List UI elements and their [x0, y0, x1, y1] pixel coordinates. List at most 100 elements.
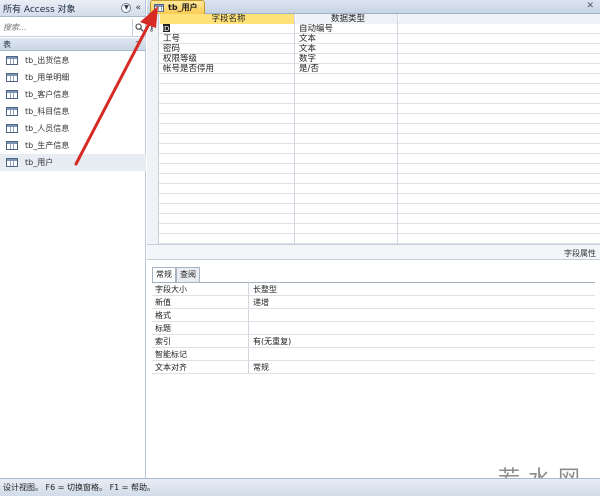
- empty-row[interactable]: [147, 164, 600, 174]
- table-icon: [6, 90, 18, 99]
- property-value[interactable]: [250, 348, 595, 361]
- property-value[interactable]: 有(无重复): [250, 335, 595, 348]
- empty-row[interactable]: [147, 154, 600, 164]
- empty-row[interactable]: [147, 94, 600, 104]
- tab-lookup[interactable]: 查阅: [176, 267, 200, 282]
- data-type-cell[interactable]: 数字: [296, 54, 398, 64]
- nav-item-tb-chuhuo[interactable]: tb_出货信息: [0, 52, 146, 69]
- empty-row[interactable]: [147, 214, 600, 224]
- empty-row[interactable]: [147, 74, 600, 84]
- search-input[interactable]: [0, 18, 132, 36]
- description-cell[interactable]: [399, 64, 600, 74]
- empty-row[interactable]: [147, 104, 600, 114]
- table-icon: [6, 141, 18, 150]
- field-name-text: ID: [162, 25, 170, 33]
- property-value[interactable]: 长整型: [250, 283, 595, 296]
- table-row[interactable]: 密码 文本: [147, 44, 600, 54]
- table-row[interactable]: 工号 文本: [147, 34, 600, 44]
- row-selector[interactable]: [147, 64, 159, 74]
- property-name: 字段大小: [152, 283, 249, 296]
- nav-item-tb-kehu[interactable]: tb_客户信息: [0, 86, 146, 103]
- property-row[interactable]: 文本对齐 常规: [152, 361, 595, 374]
- property-name: 新值: [152, 296, 249, 309]
- description-cell[interactable]: [399, 44, 600, 54]
- nav-item-tb-dingdan[interactable]: tb_用单明细: [0, 69, 146, 86]
- data-type-cell[interactable]: 文本: [296, 44, 398, 54]
- field-name-cell[interactable]: 帐号是否停用: [160, 64, 295, 74]
- property-row[interactable]: 格式: [152, 309, 595, 322]
- property-value[interactable]: 递增: [250, 296, 595, 309]
- table-icon: [6, 124, 18, 133]
- property-row[interactable]: 索引 有(无重复): [152, 335, 595, 348]
- empty-row[interactable]: [147, 114, 600, 124]
- nav-item-label: tb_科目信息: [25, 107, 70, 116]
- empty-row[interactable]: [147, 124, 600, 134]
- collapse-up-icon[interactable]: ⌃: [134, 40, 140, 48]
- search-icon[interactable]: [132, 18, 146, 36]
- property-name: 智能标记: [152, 348, 249, 361]
- empty-row[interactable]: [147, 224, 600, 234]
- field-properties-pane: 常规 查阅 字段大小 长整型 新值 递增 格式 标题 索引 有(无重复) 智能标记 文…: [147, 261, 600, 478]
- nav-pane-title: 所有 Access 对象: [3, 4, 76, 15]
- table-row[interactable]: ⚷ ID 自动编号: [147, 24, 600, 34]
- double-chevron-left-icon[interactable]: «: [135, 3, 141, 13]
- tab-general[interactable]: 常规: [152, 267, 176, 282]
- nav-pane-header[interactable]: 所有 Access 对象 ▼ «: [0, 0, 145, 17]
- property-row[interactable]: 智能标记: [152, 348, 595, 361]
- property-row[interactable]: 新值 递增: [152, 296, 595, 309]
- nav-item-label: tb_用户: [25, 158, 54, 167]
- table-icon: [154, 3, 164, 12]
- field-properties-label: 字段属性: [564, 249, 596, 258]
- tab-tb-yonghu[interactable]: tb_用户: [150, 0, 205, 14]
- description-cell[interactable]: [399, 24, 600, 34]
- nav-item-tb-yonghu[interactable]: tb_用户: [0, 154, 146, 171]
- row-selector[interactable]: [147, 54, 159, 64]
- primary-key-icon[interactable]: ⚷: [147, 24, 159, 34]
- nav-table-list: tb_出货信息 tb_用单明细 tb_客户信息 tb_科目信息 tb_人员信息 …: [0, 52, 146, 171]
- table-icon: [6, 56, 18, 65]
- empty-row[interactable]: [147, 204, 600, 214]
- empty-row[interactable]: [147, 84, 600, 94]
- description-cell[interactable]: [399, 54, 600, 64]
- row-selector[interactable]: [147, 44, 159, 54]
- empty-row[interactable]: [147, 184, 600, 194]
- nav-group-label: 表: [3, 39, 11, 49]
- nav-group-header-tables[interactable]: 表 ⌃: [0, 38, 146, 51]
- field-name-cell[interactable]: ID: [160, 24, 295, 34]
- empty-row[interactable]: [147, 174, 600, 184]
- column-header-field-name: 字段名称: [160, 14, 295, 24]
- table-design-grid: 字段名称 数据类型 ⚷ ID 自动编号 工号 文本 密码 文本 权限等级 数字 …: [147, 14, 600, 244]
- nav-item-tb-shengchan[interactable]: tb_生产信息: [0, 137, 146, 154]
- table-icon: [6, 73, 18, 82]
- property-value[interactable]: 常规: [250, 361, 595, 374]
- property-value[interactable]: [250, 309, 595, 322]
- property-value[interactable]: [250, 322, 595, 335]
- table-row[interactable]: 帐号是否停用 是/否: [147, 64, 600, 74]
- description-cell[interactable]: [399, 34, 600, 44]
- property-name: 索引: [152, 335, 249, 348]
- nav-item-tb-renyuan[interactable]: tb_人员信息: [0, 120, 146, 137]
- chevron-down-icon[interactable]: ▼: [121, 3, 132, 13]
- data-type-cell[interactable]: 自动编号: [296, 24, 398, 34]
- property-row[interactable]: 字段大小 长整型: [152, 283, 595, 296]
- empty-row[interactable]: [147, 194, 600, 204]
- close-icon[interactable]: ✕: [586, 1, 594, 11]
- nav-item-label: tb_用单明细: [25, 73, 70, 82]
- empty-row[interactable]: [147, 144, 600, 154]
- field-name-cell[interactable]: 密码: [160, 44, 295, 54]
- property-row[interactable]: 标题: [152, 322, 595, 335]
- data-type-cell[interactable]: 是/否: [296, 64, 398, 74]
- table-icon: [6, 158, 18, 167]
- field-name-cell[interactable]: 权限等级: [160, 54, 295, 64]
- property-name: 格式: [152, 309, 249, 322]
- data-type-cell[interactable]: 文本: [296, 34, 398, 44]
- column-header-data-type: 数据类型: [296, 14, 398, 24]
- field-name-cell[interactable]: 工号: [160, 34, 295, 44]
- empty-row[interactable]: [147, 134, 600, 144]
- empty-row[interactable]: [147, 234, 600, 244]
- tab-label: tb_用户: [168, 3, 198, 12]
- table-row[interactable]: 权限等级 数字: [147, 54, 600, 64]
- property-name: 文本对齐: [152, 361, 249, 374]
- nav-item-tb-kemu[interactable]: tb_科目信息: [0, 103, 146, 120]
- row-selector[interactable]: [147, 34, 159, 44]
